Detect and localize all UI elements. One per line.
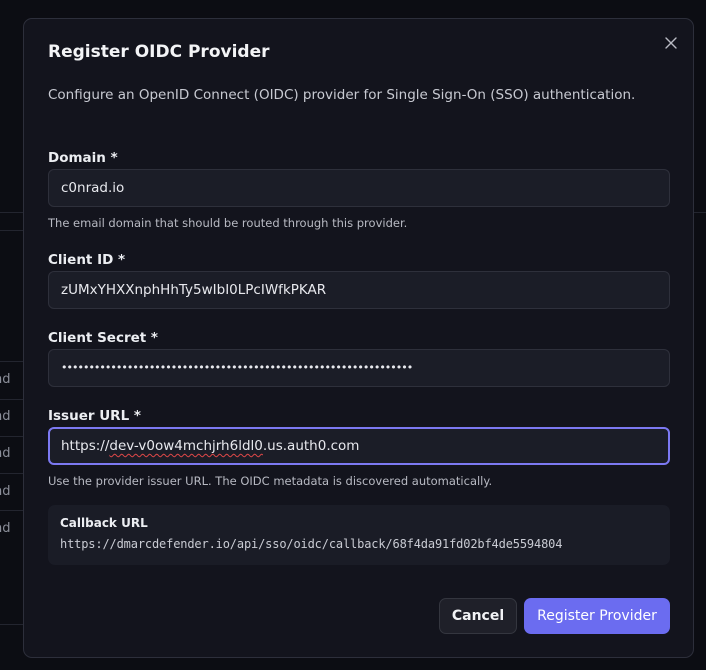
background-row-text: end	[0, 446, 11, 461]
client-secret-input[interactable]: ••••••••••••••••••••••••••••••••••••••••…	[48, 349, 670, 387]
client-secret-label: Client Secret *	[48, 330, 158, 346]
callback-url-value[interactable]: https://dmarcdefender.io/api/sso/oidc/ca…	[60, 537, 562, 551]
callback-url-title: Callback URL	[60, 516, 148, 530]
background-row-text: end	[0, 409, 11, 424]
issuer-url-value-misspelled: dev-v0ow4mchjrh6ldl0	[109, 438, 263, 454]
background-divider	[0, 230, 24, 231]
register-oidc-dialog: Register OIDC Provider Configure an Open…	[23, 18, 694, 658]
background-row-text: end	[0, 521, 11, 536]
cancel-button[interactable]: Cancel	[439, 598, 517, 634]
close-icon	[665, 37, 677, 49]
background-divider	[0, 624, 24, 625]
background-divider	[0, 510, 24, 511]
domain-help-text: The email domain that should be routed t…	[48, 216, 408, 230]
domain-input-value: c0nrad.io	[61, 180, 125, 196]
domain-label: Domain *	[48, 150, 118, 166]
background-divider	[0, 436, 24, 437]
issuer-url-value-prefix: https://	[61, 438, 110, 454]
dialog-description: Configure an OpenID Connect (OIDC) provi…	[48, 87, 636, 103]
issuer-url-input[interactable]: https://dev-v0ow4mchjrh6ldl0.us.auth0.co…	[48, 427, 670, 465]
client-id-input-value: zUMxYHXXnphHhTy5wIbI0LPcIWfkPKAR	[61, 282, 327, 298]
client-id-input[interactable]: zUMxYHXXnphHhTy5wIbI0LPcIWfkPKAR	[48, 271, 670, 309]
issuer-url-value-suffix: .us.auth0.com	[262, 438, 360, 454]
client-id-label: Client ID *	[48, 252, 126, 268]
background-row-text: end	[0, 484, 11, 499]
client-secret-input-value: ••••••••••••••••••••••••••••••••••••••••…	[61, 361, 413, 374]
callback-url-panel: Callback URL https://dmarcdefender.io/ap…	[48, 505, 670, 565]
background-divider	[0, 399, 24, 400]
background-divider	[0, 361, 24, 362]
background-row-text: end	[0, 372, 11, 387]
domain-input[interactable]: c0nrad.io	[48, 169, 670, 207]
register-provider-button[interactable]: Register Provider	[524, 598, 670, 634]
dialog-title: Register OIDC Provider	[48, 42, 270, 62]
background-divider	[0, 473, 24, 474]
issuer-url-label: Issuer URL *	[48, 408, 141, 424]
close-button[interactable]	[662, 34, 680, 52]
issuer-url-help-text: Use the provider issuer URL. The OIDC me…	[48, 474, 493, 488]
